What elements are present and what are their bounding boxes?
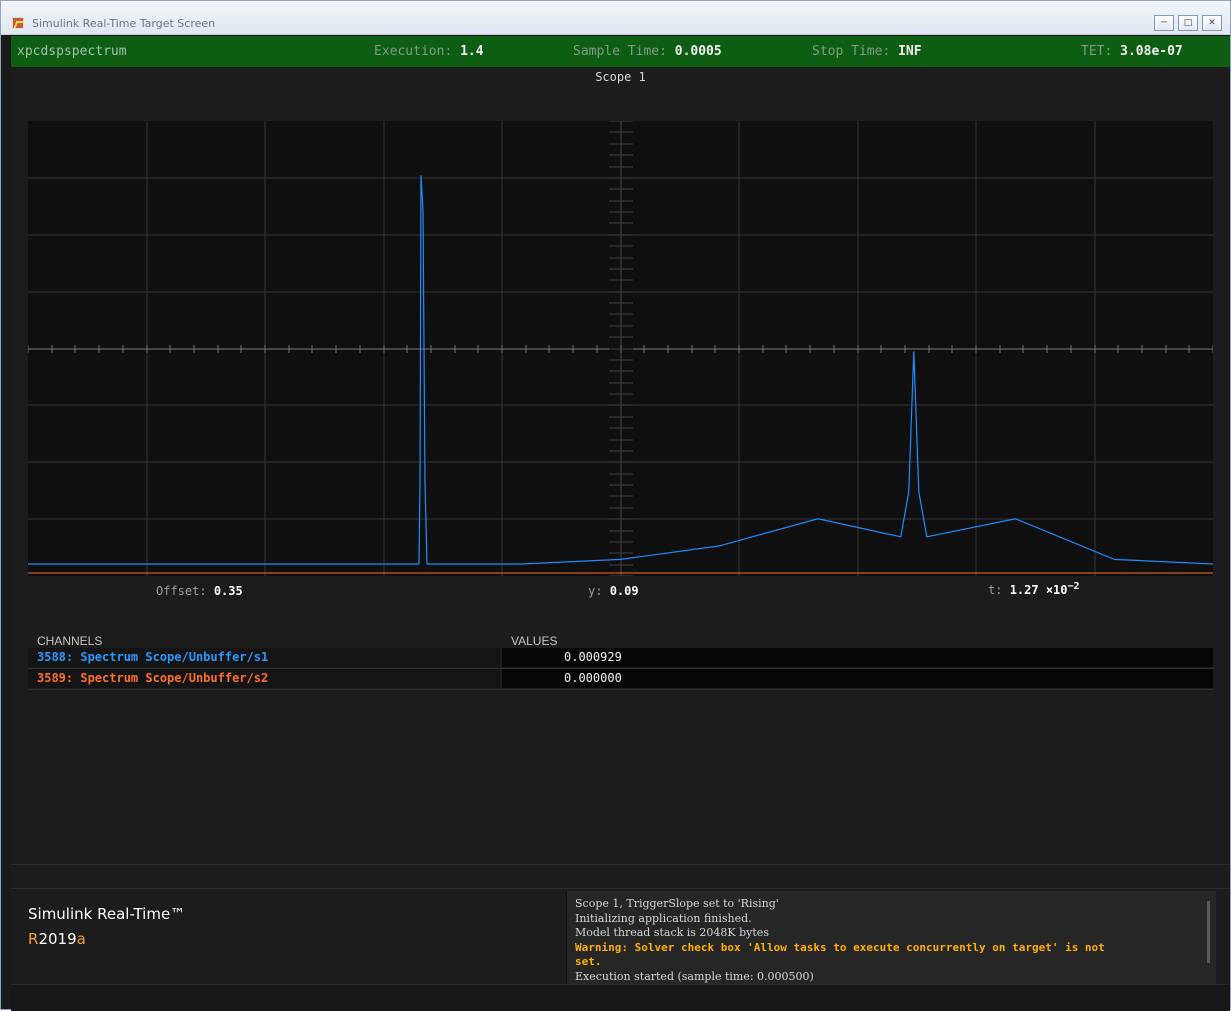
offset-label: Offset: [156, 584, 207, 598]
release-suffix: a [76, 930, 86, 948]
channel-value: 0.000929 [502, 648, 1213, 667]
section-divider [11, 864, 1230, 889]
channel-value: 0.000000 [502, 669, 1213, 688]
sample-time-label: Sample Time: [573, 44, 667, 59]
offset-value: 0.35 [213, 584, 243, 598]
channel-row[interactable]: 3589: Spectrum Scope/Unbuffer/s2 0.00000… [28, 669, 1213, 690]
spectrum-scope-svg [28, 121, 1213, 576]
close-button[interactable]: ✕ [1202, 15, 1222, 31]
y-readout: y: 0.09 [588, 584, 639, 598]
time-label: t: [988, 583, 1003, 597]
title-bar: Simulink Real-Time Target Screen ─ □ ✕ [1, 1, 1230, 35]
stop-time-value: INF [898, 44, 922, 59]
release-year: 2019 [38, 930, 77, 948]
channels-header: CHANNELS VALUES [28, 630, 1213, 648]
tet-label: TET: [1081, 44, 1113, 59]
channels-column-header: CHANNELS [37, 634, 103, 648]
window-controls: ─ □ ✕ [1154, 15, 1222, 31]
maximize-button[interactable]: □ [1178, 15, 1198, 31]
log-warning-line: set. [575, 955, 602, 968]
log-line: Scope 1, TriggerSlope set to 'Rising' [575, 897, 779, 910]
time-readout: t: 1.27 ×10−2 [988, 581, 1080, 597]
y-readout-value: 0.09 [609, 584, 639, 598]
release-r: R [28, 930, 39, 948]
matlab-icon [12, 17, 24, 29]
log-scrollbar[interactable] [1207, 901, 1210, 963]
log-line: Model thread stack is 2048K bytes [575, 926, 769, 939]
log-line: Initializing application finished. [575, 911, 752, 925]
scope-plot[interactable] [28, 121, 1213, 576]
stop-time-label: Stop Time: [812, 44, 891, 59]
model-name: xpcdspspectrum [17, 44, 127, 59]
log-line: Execution started (sample time: 0.000500… [575, 969, 814, 983]
channel-name: 3588: Spectrum Scope/Unbuffer/s1 [28, 648, 500, 667]
time-mantissa: 1.27 [1009, 583, 1039, 597]
time-exponent: −2 [1067, 581, 1080, 592]
execution-label: Execution: [374, 44, 453, 59]
y-readout-label: y: [588, 584, 603, 598]
product-name: Simulink Real-Time™ [28, 905, 186, 923]
simulink-real-time-target-window: Simulink Real-Time Target Screen ─ □ ✕ x… [0, 0, 1231, 1011]
tet-value: 3.08e-07 [1120, 44, 1183, 59]
stop-time-status: Stop Time: INF [812, 44, 922, 59]
channel-name: 3589: Spectrum Scope/Unbuffer/s2 [28, 669, 500, 688]
window-title: Simulink Real-Time Target Screen [32, 17, 216, 30]
log-warning-line: Warning: Solver check box 'Allow tasks t… [575, 940, 1105, 954]
time-multiplier: ×10 [1045, 583, 1068, 597]
sample-time-status: Sample Time: 0.0005 [573, 44, 722, 59]
release-version: R2019a [28, 930, 86, 948]
execution-status: Execution: 1.4 [374, 44, 484, 59]
values-column-header: VALUES [511, 634, 558, 648]
channel-row[interactable]: 3588: Spectrum Scope/Unbuffer/s1 0.00092… [28, 648, 1213, 669]
scope-title: Scope 1 [595, 70, 646, 84]
execution-value: 1.4 [460, 44, 484, 59]
message-log[interactable]: Scope 1, TriggerSlope set to 'Rising' Ini… [566, 891, 1216, 984]
bottom-status-strip [11, 984, 1230, 1011]
sample-time-value: 0.0005 [674, 44, 722, 59]
target-screen-content: Scope 1 Offset: 0.35 y: 0.09 t: 1.27 ×10… [11, 67, 1230, 1011]
offset-readout: Offset: 0.35 [156, 584, 243, 598]
channels-table: CHANNELS VALUES 3588: Spectrum Scope/Unb… [28, 630, 1213, 690]
tet-status: TET: 3.08e-07 [1081, 44, 1183, 59]
target-status-bar: xpcdspspectrum Execution: 1.4 Sample Tim… [11, 36, 1230, 67]
minimize-button[interactable]: ─ [1154, 15, 1174, 31]
